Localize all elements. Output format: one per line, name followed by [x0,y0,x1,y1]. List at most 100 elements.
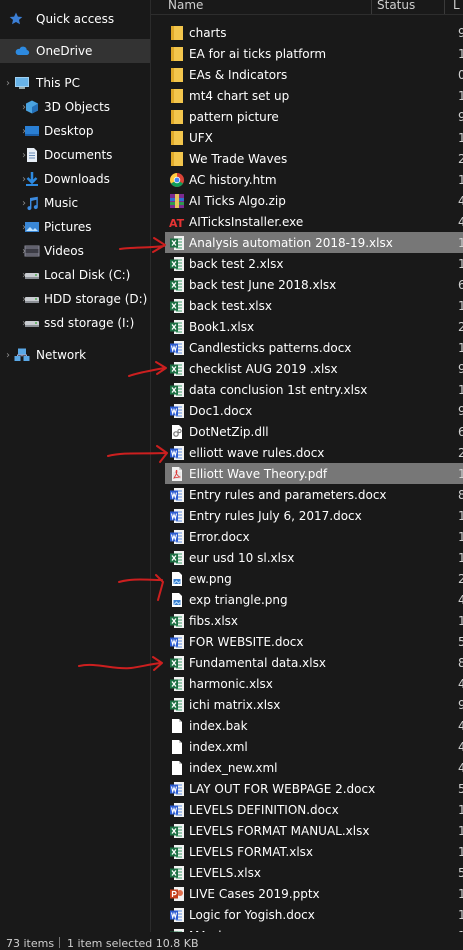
column-header-status[interactable]: Status [377,0,415,12]
nav-item[interactable]: › Local Disk (C:) [0,263,150,287]
file-name: eur usd 10 sl.xlsx [189,550,295,565]
column-resize-handle[interactable] [444,0,445,14]
file-row[interactable]: LEVELS.xlsx 5 [165,862,463,883]
file-row[interactable]: back test June 2018.xlsx 6 [165,274,463,295]
file-row[interactable]: pattern picture 9 [165,106,463,127]
file-row[interactable]: back test.xlsx 1 [165,295,463,316]
file-row[interactable]: Candlesticks patterns.docx 1 [165,337,463,358]
folder-icon [169,109,185,125]
file-row[interactable]: FOR WEBSITE.docx 5 [165,631,463,652]
nav-item[interactable]: › Pictures [0,215,150,239]
file-row[interactable]: Entry rules and parameters.docx 8 [165,484,463,505]
file-row[interactable]: AT AITicksInstaller.exe 4 [165,211,463,232]
file-name: data conclusion 1st entry.xlsx [189,382,368,397]
file-row[interactable]: elliott wave rules.docx 2 [165,442,463,463]
file-date-modified: 9 [458,361,463,376]
file-row[interactable]: mt4 chart set up 1 [165,85,463,106]
file-row[interactable]: LIVE Cases 2019.pptx 1 [165,883,463,904]
file-row[interactable]: LEVELS FORMAT.xlsx 1 [165,841,463,862]
cloud-icon [14,43,30,59]
file-name: Candlesticks patterns.docx [189,340,352,355]
file-row[interactable]: back test 2.xlsx 1 [165,253,463,274]
file-row[interactable]: charts 9 [165,22,463,43]
file-row[interactable]: MA.xlsx1 [165,925,463,932]
file-row[interactable]: eur usd 10 sl.xlsx 1 [165,547,463,568]
nav-item-label: Quick access [36,12,115,26]
blank-file-icon [169,739,185,755]
folder-icon [169,46,185,62]
expand-chevron-icon[interactable]: › [3,78,13,89]
file-name: UFX [189,130,213,145]
nav-item[interactable]: › Videos [0,239,150,263]
file-row[interactable]: Fundamental data.xlsx 8 [165,652,463,673]
file-row[interactable]: We Trade Waves 2 [165,148,463,169]
status-bar: 73 items 1 item selected 10.8 KB [0,932,463,950]
nav-item[interactable]: › Network [0,343,150,367]
excel-file-icon [169,277,185,293]
file-row[interactable]: data conclusion 1st entry.xlsx 1 [165,379,463,400]
file-row[interactable]: Doc1.docx 9 [165,400,463,421]
folder-icon [169,67,185,83]
file-row[interactable]: EAs & Indicators 0 [165,64,463,85]
file-date-modified: 4 [458,739,463,754]
nav-item-label: Pictures [44,220,92,234]
file-row[interactable]: Elliott Wave Theory.pdf 1 [165,463,463,484]
file-date-modified: 2 [458,151,463,166]
file-row[interactable]: Analysis automation 2018-19.xlsx 1 [165,232,463,253]
file-row[interactable]: exp triangle.png 4 [165,589,463,610]
word-file-icon [169,634,185,650]
file-name: Elliott Wave Theory.pdf [189,466,328,481]
file-date-modified: 0 [458,67,463,82]
cube-icon [24,99,40,115]
nav-item-label: Downloads [44,172,110,186]
file-row[interactable]: ichi matrix.xlsx 9 [165,694,463,715]
file-row[interactable]: fibs.xlsx 1 [165,610,463,631]
file-row[interactable]: UFX 1 [165,127,463,148]
file-row[interactable]: AC history.htm 1 [165,169,463,190]
file-row[interactable]: Entry rules July 6, 2017.docx 1 [165,505,463,526]
nav-item[interactable]: Quick access [0,7,150,31]
nav-item[interactable]: › ssd storage (I:) [0,311,150,335]
expand-chevron-icon[interactable]: › [3,350,13,361]
nav-item[interactable]: › Desktop [0,119,150,143]
nav-item[interactable]: › This PC [0,71,150,95]
item-count: 73 items [6,937,55,950]
file-row[interactable]: index.xml 4 [165,736,463,757]
file-row[interactable]: LEVELS FORMAT MANUAL.xlsx 1 [165,820,463,841]
document-icon [24,147,40,163]
nav-item[interactable]: › Music [0,191,150,215]
file-row[interactable]: index_new.xml 4 [165,757,463,778]
file-row[interactable]: index.bak 4 [165,715,463,736]
nav-item[interactable]: › 3D Objects [0,95,150,119]
file-name: fibs.xlsx [189,613,239,628]
excel-file-icon [169,319,185,335]
file-row[interactable]: checklist AUG 2019 .xlsx 9 [165,358,463,379]
column-header-next[interactable]: L [453,0,460,12]
file-row[interactable]: EA for ai ticks platform 1 [165,43,463,64]
file-name: Logic for Yogish.docx [189,907,315,922]
nav-item[interactable]: › HDD storage (D:) [0,287,150,311]
nav-item-label: OneDrive [36,44,93,58]
column-header-name[interactable]: Name [168,0,203,12]
excel-file-icon [169,382,185,398]
column-resize-handle[interactable] [371,0,372,14]
file-row[interactable]: DotNetZip.dll 6 [165,421,463,442]
star-icon [8,11,24,27]
file-row[interactable]: Logic for Yogish.docx 1 [165,904,463,925]
file-name: index_new.xml [189,760,278,775]
file-list: charts 9 EA for ai ticks platform 1 EAs & In… [151,22,463,932]
nav-item[interactable]: › Documents [0,143,150,167]
excel-file-icon [169,361,185,377]
file-row[interactable]: ew.png 2 [165,568,463,589]
nav-item[interactable]: OneDrive [0,39,150,63]
file-row[interactable]: Book1.xlsx 2 [165,316,463,337]
file-row[interactable]: Error.docx 1 [165,526,463,547]
file-date-modified: 8 [458,487,463,502]
file-row[interactable]: harmonic.xlsx 4 [165,673,463,694]
file-row[interactable]: AI Ticks Algo.zip 4 [165,190,463,211]
nav-item-label: ssd storage (I:) [44,316,135,330]
file-row[interactable]: LAY OUT FOR WEBPAGE 2.docx 5 [165,778,463,799]
pdf-file-icon [169,466,185,482]
file-row[interactable]: LEVELS DEFINITION.docx 1 [165,799,463,820]
nav-item[interactable]: › Downloads [0,167,150,191]
